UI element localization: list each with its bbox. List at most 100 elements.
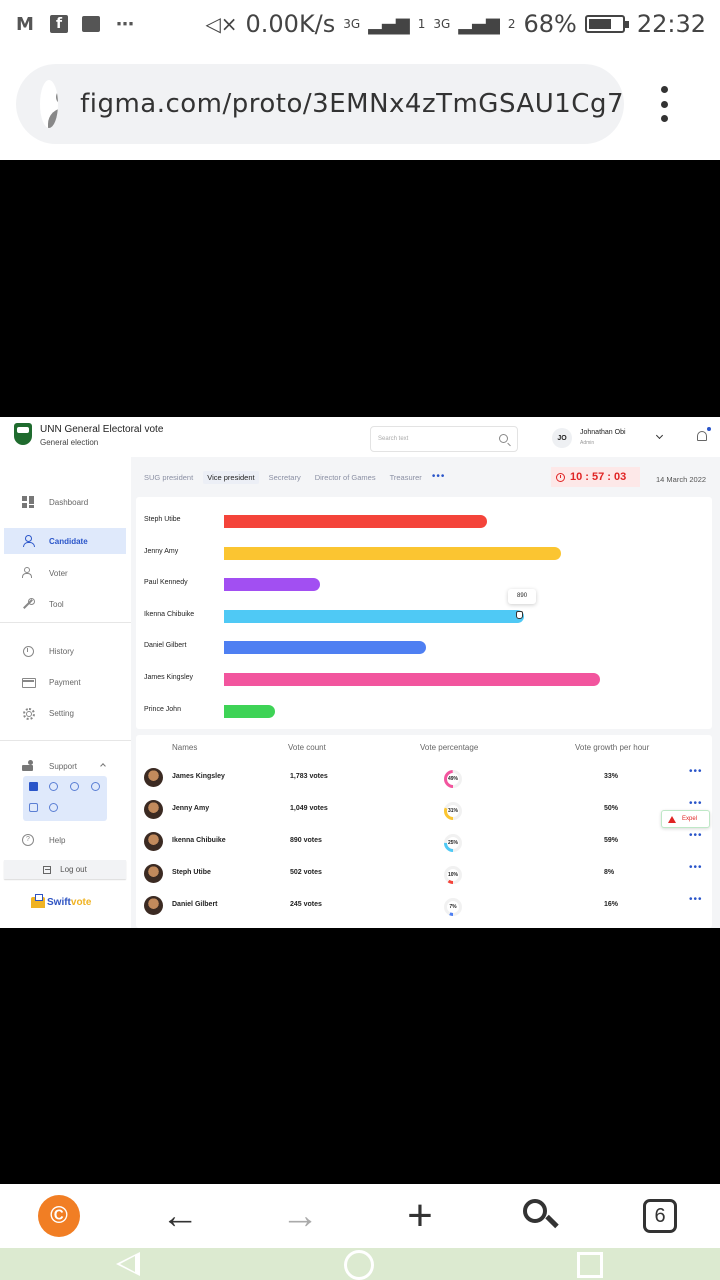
whatsapp-icon[interactable] (49, 803, 58, 812)
warning-icon (668, 815, 676, 823)
facebook-icon[interactable] (49, 782, 58, 791)
new-tab-icon[interactable]: + (388, 1184, 452, 1248)
linkedin-icon[interactable] (70, 782, 79, 791)
url-text[interactable]: figma.com/proto/3EMNx4zTmGSAU1Cg7 (80, 89, 624, 119)
prototype-frame: UNN General Electoral vote General elect… (0, 417, 720, 928)
logout-button[interactable]: Log out (4, 860, 126, 879)
vote-percentage-donut: 31% (443, 801, 463, 821)
avatar (144, 768, 163, 787)
vote-percentage: 25% (447, 840, 458, 846)
row-more-icon[interactable]: ••• (689, 831, 703, 841)
support-icon (22, 760, 34, 772)
tabs-button[interactable]: 6 (628, 1184, 692, 1248)
vote-count: 502 votes (290, 869, 322, 876)
nav-back-icon[interactable] (116, 1252, 140, 1276)
row-more-icon[interactable]: ••• (689, 895, 703, 905)
vote-growth: 16% (604, 901, 619, 908)
more-tabs-icon[interactable]: ••• (432, 472, 446, 482)
divider (0, 622, 131, 623)
voter-icon (22, 567, 34, 579)
sidebar-item-dashboard[interactable]: Dashboard (4, 489, 126, 515)
status-bar: M f ⋯ ◁× 0.00K/s 3G ▂▄▆ 1 3G ▂▄▆ 2 68% 2… (0, 0, 720, 48)
profile-icon[interactable] (40, 80, 59, 128)
vote-growth: 8% (604, 869, 615, 876)
instagram-icon[interactable] (29, 803, 38, 812)
sidebar-item-voter[interactable]: Voter (4, 560, 126, 586)
sidebar-item-payment[interactable]: Payment (4, 669, 126, 695)
expel-label: Expel (682, 816, 698, 822)
vote-percentage-donut: 7% (443, 897, 463, 917)
browser-home-button[interactable]: © (27, 1184, 91, 1248)
unn-crest-icon (14, 423, 32, 445)
bar[interactable] (224, 673, 600, 686)
expel-button[interactable]: Expel (661, 810, 710, 828)
history-icon (22, 645, 34, 657)
sidebar-item-candidate[interactable]: Candidate (4, 528, 126, 554)
search-icon[interactable] (499, 434, 508, 443)
nav-home-icon[interactable] (344, 1250, 374, 1280)
tab-director-of-games[interactable]: Director of Games (311, 471, 380, 484)
search-input[interactable]: Search text (370, 426, 518, 452)
avatar (144, 864, 163, 883)
sidebar-item-help[interactable]: Help (4, 827, 126, 853)
tab-secretary[interactable]: Secretary (265, 471, 305, 484)
avatar[interactable]: JO (552, 428, 572, 448)
bar-label: Jenny Amy (144, 547, 179, 555)
sidebar-item-setting[interactable]: Setting (4, 700, 126, 726)
bar[interactable] (224, 578, 321, 592)
vote-count: 890 votes (290, 837, 322, 844)
twitter-icon[interactable] (91, 782, 100, 791)
net-type-1: 3G (343, 17, 361, 31)
avatar (144, 896, 163, 915)
vote-count: 1,049 votes (290, 805, 328, 812)
sidebar-item-label: Payment (49, 677, 81, 687)
row-more-icon[interactable]: ••• (689, 799, 703, 809)
tab-sug-president[interactable]: SUG president (140, 471, 197, 484)
ballot-icon[interactable] (29, 782, 38, 791)
bar[interactable] (224, 609, 525, 623)
sim-2: 2 (507, 17, 516, 31)
vote-growth: 59% (604, 837, 619, 844)
forward-arrow-icon[interactable]: → (268, 1184, 332, 1248)
chevron-down-icon[interactable] (655, 431, 664, 440)
back-arrow-icon[interactable]: ← (148, 1184, 212, 1248)
vote-percentage-donut: 25% (443, 833, 463, 853)
bar-label: Steph Utibe (144, 516, 181, 523)
system-navigation-bar (0, 1248, 720, 1280)
bar-label: Ikenna Chibuike (144, 610, 195, 618)
alarm-icon (556, 472, 565, 482)
browser-menu-icon[interactable] (658, 86, 670, 122)
candidate-name: Jenny Amy (172, 805, 210, 812)
bar[interactable] (224, 704, 275, 718)
tab-treasurer[interactable]: Treasurer (386, 471, 426, 484)
sidebar-item-history[interactable]: History (4, 638, 126, 664)
column-header-names: Names (172, 743, 198, 752)
bar-label: James Kingsley (144, 674, 194, 681)
url-field[interactable]: figma.com/proto/3EMNx4zTmGSAU1Cg7 (16, 64, 624, 144)
sidebar-item-label: Voter (49, 568, 68, 578)
bar[interactable] (224, 546, 562, 560)
vote-percentage: 7% (449, 904, 457, 910)
dashboard-icon (22, 496, 34, 508)
hand-cursor-icon (516, 610, 524, 619)
sidebar-item-label: Setting (49, 708, 74, 718)
row-more-icon[interactable]: ••• (689, 767, 703, 777)
sidebar-item-tool[interactable]: Tool (4, 591, 126, 617)
vote-count: 1,783 votes (290, 773, 328, 780)
browser-toolbar: © ← → + 6 (0, 1184, 720, 1248)
search-icon[interactable] (508, 1184, 572, 1248)
wrench-icon (22, 598, 35, 610)
bar[interactable] (224, 641, 427, 655)
bell-icon[interactable] (697, 431, 707, 441)
user-name[interactable]: Johnathan Obi (580, 429, 626, 436)
gear-icon (22, 707, 35, 720)
social-links (23, 776, 107, 821)
app-subtitle: General election (40, 438, 99, 447)
bar-label: Paul Kennedy (144, 579, 188, 587)
sidebar-item-label: Support (49, 761, 78, 771)
row-more-icon[interactable]: ••• (689, 863, 703, 873)
nav-recents-icon[interactable] (577, 1252, 603, 1278)
bar[interactable] (224, 515, 487, 528)
position-tabs: SUG president Vice president Secretary D… (140, 470, 445, 484)
tab-vice-president[interactable]: Vice president (203, 470, 259, 484)
